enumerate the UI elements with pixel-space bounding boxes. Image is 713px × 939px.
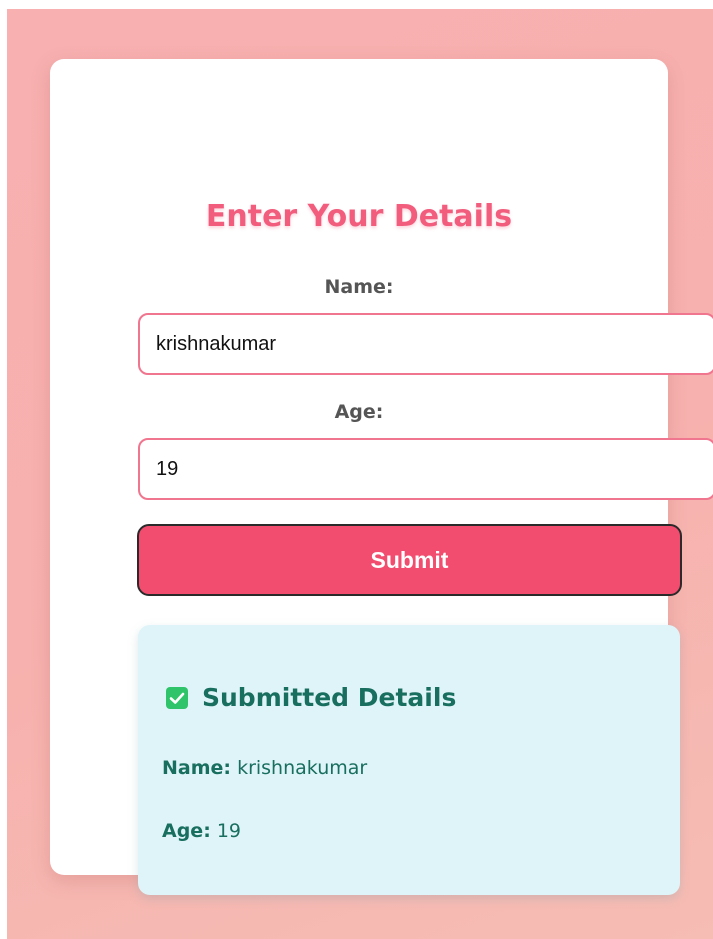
- submitted-age-key: Age:: [162, 820, 211, 842]
- age-label: Age:: [334, 401, 384, 423]
- submitted-name-value: krishnakumar: [237, 757, 368, 779]
- details-form-card: Enter Your Details Name: Age: Submit Sub…: [50, 59, 713, 895]
- name-input[interactable]: [138, 313, 713, 375]
- check-box-icon: [166, 687, 188, 709]
- submitted-details-title: Submitted Details: [202, 683, 457, 712]
- age-input[interactable]: [138, 438, 713, 500]
- submitted-name-row: Name: krishnakumar: [162, 755, 367, 781]
- submitted-details-panel: Submitted Details Name: krishnakumar Age…: [138, 625, 680, 895]
- submitted-age-value: 19: [216, 820, 242, 842]
- name-label: Name:: [324, 276, 394, 298]
- submitted-name-key: Name:: [162, 757, 232, 779]
- submitted-details-header: Submitted Details: [166, 681, 456, 715]
- submit-button[interactable]: Submit: [137, 524, 682, 596]
- form-title: Enter Your Details: [205, 199, 513, 234]
- submitted-age-row: Age: 19: [162, 818, 241, 844]
